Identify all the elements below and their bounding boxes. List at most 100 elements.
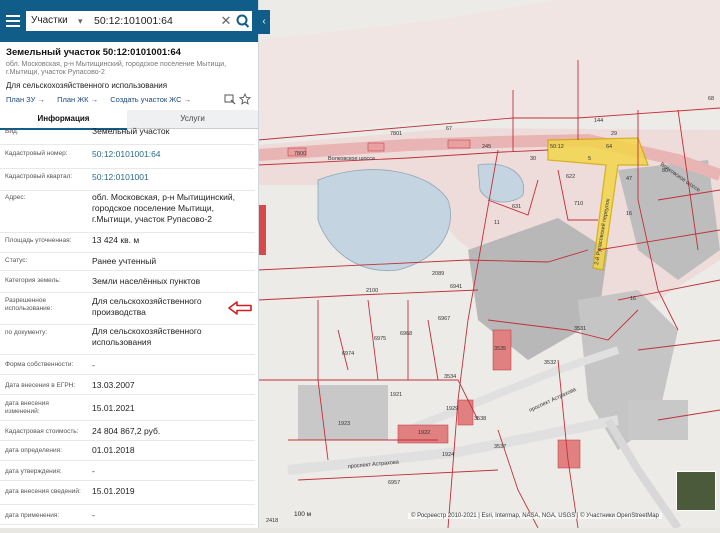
svg-text:3534: 3534 [444,374,456,380]
row-value: 15.01.2019 [92,486,135,496]
search-icon [236,14,250,28]
plan-zu-link[interactable]: План ЗУ → [6,95,45,104]
svg-text:5: 5 [588,156,591,162]
row-value: Земельный участок [92,126,170,136]
parcel-address: обл. Московская, р-н Мытищинский, городс… [6,61,227,76]
svg-text:6974: 6974 [342,351,354,357]
plan-zhk-link[interactable]: План ЖК → [57,95,98,104]
svg-text:622: 622 [566,174,575,180]
row-value: 15.01.2021 [92,403,135,413]
svg-text:11: 11 [494,220,500,226]
row-label: Категория земель: [5,277,61,284]
svg-text:64: 64 [606,144,612,150]
svg-text:144: 144 [594,118,603,124]
svg-text:1922: 1922 [418,430,430,436]
svg-text:47: 47 [626,176,632,182]
row-value: 13.03.2007 [92,380,135,390]
svg-text:2100: 2100 [366,288,378,294]
svg-text:30: 30 [530,156,536,162]
svg-text:67: 67 [446,126,452,132]
map-canvas[interactable]: 7800 7801 67 144 29 68 245 30 5 47 80 62… [257,0,720,531]
table-row: дата применения: - [0,504,255,525]
row-value: Для сельскохозяйственного использования [92,326,202,347]
table-row: дата утверждения: - [0,460,255,481]
table-row: Форма собственности: - [0,354,255,375]
map-scale: 100 м [294,511,312,518]
row-label: Вид: [5,128,19,135]
table-row: дата внесения изменений: 15.01.2021 [0,394,255,421]
svg-text:6968: 6968 [400,331,412,337]
table-row: Вид: Земельный участок [0,126,255,145]
row-label: дата внесения сведений: [5,488,81,495]
table-row: Кадастровый номер: 50:12:0101001:64 [0,144,255,169]
svg-text:16: 16 [630,296,636,302]
svg-text:6967: 6967 [438,316,450,322]
svg-text:245: 245 [482,144,491,150]
row-value: Земли населённых пунктов [92,276,201,286]
row-value: 13 424 кв. м [92,235,140,245]
svg-text:6941: 6941 [450,284,462,290]
table-row: Разрешенное использование: Для сельскохо… [0,292,255,325]
table-row: Категория земель: Земли населённых пункт… [0,270,255,293]
row-label: Площадь уточненная: [5,237,72,244]
svg-text:7801: 7801 [390,131,402,137]
svg-text:1929: 1929 [446,406,458,412]
map-view[interactable]: 7800 7801 67 144 29 68 245 30 5 47 80 62… [257,0,720,531]
svg-text:68: 68 [708,96,714,102]
svg-text:3531: 3531 [574,326,586,332]
table-row: Статус: Ранее учтенный [0,252,255,271]
basemap-switcher[interactable] [676,471,716,511]
row-value: 24 804 867,2 руб. [92,426,161,436]
row-value[interactable]: 50:12:0101001 [92,172,252,183]
row-value: - [92,510,95,520]
close-icon[interactable]: ✕ [218,11,234,31]
table-row: дата определения: 01.01.2018 [0,440,255,461]
svg-text:1921: 1921 [390,392,402,398]
row-value: - [92,466,95,476]
svg-text:3535: 3535 [494,346,506,352]
svg-text:3538: 3538 [474,416,486,422]
svg-text:16: 16 [626,211,632,217]
table-row: Дата внесения в ЕГРН: 13.03.2007 [0,374,255,395]
card-links: План ЗУ → План ЖК → Создать участок ЖС → [6,95,201,104]
search-button[interactable] [234,11,252,31]
row-label: Дата внесения в ЕГРН: [5,382,76,389]
row-value[interactable]: 50:12:0101001:64 [92,149,252,160]
row-label: Статус: [5,257,28,264]
row-label: дата внесения изменений: [5,400,49,415]
row-value: Ранее учтенный [92,256,157,266]
svg-text:3532: 3532 [544,360,556,366]
row-label: Кадастровый квартал: [5,173,73,180]
row-label: Кадастровая стоимость: [5,428,79,435]
svg-text:50:12: 50:12 [550,144,564,150]
svg-text:1923: 1923 [338,421,350,427]
svg-text:710: 710 [574,201,583,207]
row-label: дата определения: [5,447,62,454]
row-value: - [92,360,95,370]
info-panel: Участки ▾ ✕ Земельный участок 50:12:0101… [0,0,259,528]
svg-text:2418: 2418 [266,518,278,524]
svg-text:29: 29 [611,131,617,137]
svg-text:1924: 1924 [442,452,454,458]
measure-icon[interactable] [224,93,236,105]
create-parcel-link[interactable]: Создать участок ЖС → [110,95,191,104]
svg-text:6975: 6975 [374,336,386,342]
table-row: Кадастровая стоимость: 24 804 867,2 руб. [0,420,255,441]
arrow-left-icon [228,301,252,315]
collapse-panel-button[interactable]: ‹ [258,10,270,34]
chevron-down-icon[interactable]: ▾ [78,11,88,31]
row-label: Адрес: [5,194,26,201]
star-icon[interactable] [239,93,251,105]
row-value: обл. Московская, р-н Мытищинский, городс… [92,192,235,224]
parcel-title: Земельный участок 50:12:0101001:64 [6,47,181,58]
table-row: Адрес: обл. Московская, р-н Мытищинский,… [0,190,255,233]
svg-text:7800: 7800 [294,151,306,157]
svg-text:3537: 3537 [494,444,506,450]
svg-text:6957: 6957 [388,480,400,486]
search-input[interactable] [89,11,235,31]
row-label: Кадастровый номер: [5,150,68,157]
row-label: дата применения: [5,512,60,519]
menu-icon[interactable] [6,12,20,28]
table-row: дата внесения сведений: 15.01.2019 [0,480,255,505]
row-value: 01.01.2018 [92,445,135,455]
